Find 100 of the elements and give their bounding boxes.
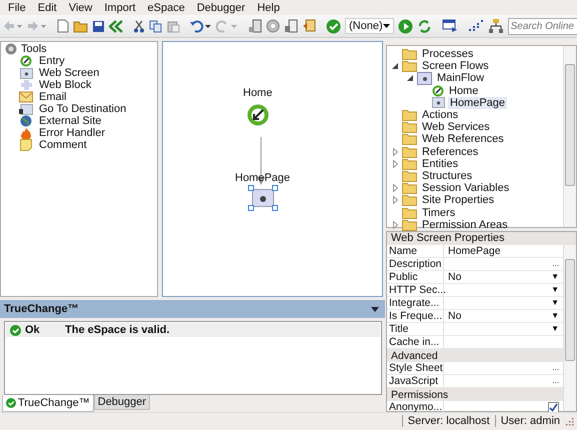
collapsed-triangle-icon[interactable] (392, 220, 398, 229)
back-arrow-icon[interactable] (3, 20, 23, 32)
screen-icon (20, 68, 32, 78)
status-text: Server: localhost (402, 415, 495, 427)
tool-item[interactable]: Comment (5, 139, 153, 151)
collapsed-triangle-icon[interactable] (392, 196, 398, 204)
tree-item[interactable]: Permission Areas (420, 218, 510, 231)
tool-item[interactable]: Web Screen (5, 67, 153, 79)
property-edit-button[interactable]: ▼ (551, 271, 559, 283)
menu-item[interactable]: Edit (32, 2, 63, 14)
collapsed-triangle-icon[interactable] (392, 184, 398, 192)
refresh-icon[interactable] (416, 18, 432, 34)
property-name: Is Freque... (387, 310, 444, 322)
double-chevron-icon[interactable] (109, 20, 123, 32)
disc-icon[interactable] (266, 19, 280, 33)
search-field[interactable]: Search Online (508, 18, 577, 34)
forward-arrow-icon[interactable] (27, 20, 47, 32)
tree-item[interactable]: Web Services (420, 121, 492, 134)
menu-item[interactable]: Debugger (190, 2, 252, 14)
property-name: Cache in... (387, 336, 444, 348)
tool-item[interactable]: Email (5, 91, 153, 103)
message-text: The eSpace is valid. (65, 324, 170, 336)
property-edit-button[interactable]: ... (552, 258, 559, 270)
resize-grip-icon[interactable] (565, 416, 574, 426)
panel-tab[interactable]: Debugger (94, 395, 150, 410)
property-edit-button[interactable]: ... (552, 375, 559, 387)
checkmark-icon (6, 398, 16, 408)
flame-icon (20, 126, 32, 140)
menu-item[interactable]: Import (98, 2, 142, 14)
server-icon[interactable] (248, 19, 262, 33)
folder-icon[interactable] (73, 20, 88, 32)
tool-item[interactable]: Entry (5, 55, 153, 67)
tree-item[interactable]: References (420, 146, 480, 158)
property-section[interactable]: Advanced (387, 349, 563, 362)
tree-item[interactable]: Web References (420, 133, 506, 146)
window-icon[interactable] (442, 19, 458, 33)
message-status: Ok (25, 324, 41, 336)
status-text: User: admin (494, 415, 565, 427)
checkmark-icon (10, 324, 21, 336)
collapsed-triangle-icon[interactable] (392, 160, 398, 168)
folder-icon (402, 194, 417, 206)
tree-item[interactable]: Entities (420, 158, 460, 170)
menu-item[interactable]: File (2, 2, 32, 14)
new-file-icon[interactable] (57, 19, 69, 33)
tree-item[interactable]: Session Variables (420, 182, 512, 194)
property-name: Integrate... (387, 297, 444, 309)
property-edit-button[interactable]: ▼ (551, 297, 559, 309)
play-icon[interactable] (398, 18, 413, 34)
tree-item[interactable]: Processes (420, 48, 476, 60)
property-section[interactable]: Permissions (387, 388, 563, 401)
hierarchy-icon[interactable] (488, 19, 504, 33)
folder-icon (402, 170, 417, 182)
expanded-triangle-icon[interactable] (392, 63, 398, 70)
scrollbar[interactable] (563, 46, 576, 227)
property-name: Description (387, 258, 444, 270)
tool-item[interactable]: Web Block (5, 79, 153, 91)
screen-icon (432, 97, 445, 108)
expanded-triangle-icon[interactable] (407, 75, 413, 82)
tree-item[interactable]: Home (447, 84, 480, 97)
tool-item[interactable]: Error Handler (5, 127, 153, 139)
flow-node[interactable] (248, 186, 277, 210)
caret-icon[interactable] (371, 306, 379, 312)
checkbox[interactable] (548, 402, 559, 412)
checkmark-icon[interactable] (326, 18, 341, 34)
scrollbar[interactable] (563, 245, 576, 411)
tree-item[interactable]: MainFlow (435, 72, 486, 84)
property-value[interactable]: No (448, 310, 552, 322)
collapsed-triangle-icon[interactable] (392, 148, 398, 156)
screen-icon (417, 72, 432, 85)
property-edit-button[interactable]: ... (552, 362, 559, 374)
property-edit-button[interactable]: ▼ (551, 310, 559, 322)
publish-icon[interactable] (302, 19, 316, 33)
tree-item[interactable]: Screen Flows (420, 60, 491, 72)
property-edit-button[interactable]: ▼ (551, 323, 559, 335)
document-icon[interactable] (284, 19, 298, 33)
property-name: Style Sheet (387, 362, 444, 374)
dots-icon[interactable] (468, 19, 484, 33)
property-value[interactable]: HomePage (448, 245, 559, 257)
folder-icon (402, 121, 417, 134)
tool-item[interactable]: Go To Destination (5, 103, 153, 115)
menu-item[interactable]: Help (251, 2, 286, 14)
paste-icon[interactable] (167, 20, 180, 32)
message-row[interactable]: Ok The eSpace is valid. (6, 323, 380, 337)
environment-dropdown[interactable]: (None) (345, 18, 394, 34)
tree-item[interactable]: HomePage (448, 96, 508, 109)
tree-item[interactable]: Site Properties (420, 194, 496, 206)
menu-item[interactable]: eSpace (142, 2, 191, 14)
tree-item[interactable]: Actions (420, 109, 460, 122)
tree-item[interactable]: Timers (420, 206, 458, 219)
save-icon[interactable] (92, 20, 105, 32)
tree-item[interactable]: Structures (420, 170, 474, 182)
property-value[interactable]: No (448, 271, 552, 283)
undo-icon[interactable] (190, 20, 212, 32)
folder-icon (402, 206, 417, 219)
menu-item[interactable]: View (62, 2, 98, 14)
cut-icon[interactable] (133, 20, 145, 32)
copy-icon[interactable] (149, 20, 163, 32)
panel-tab[interactable]: TrueChange™ (2, 395, 94, 412)
tool-item[interactable]: External Site (5, 115, 153, 127)
property-edit-button[interactable]: ▼ (551, 284, 559, 296)
